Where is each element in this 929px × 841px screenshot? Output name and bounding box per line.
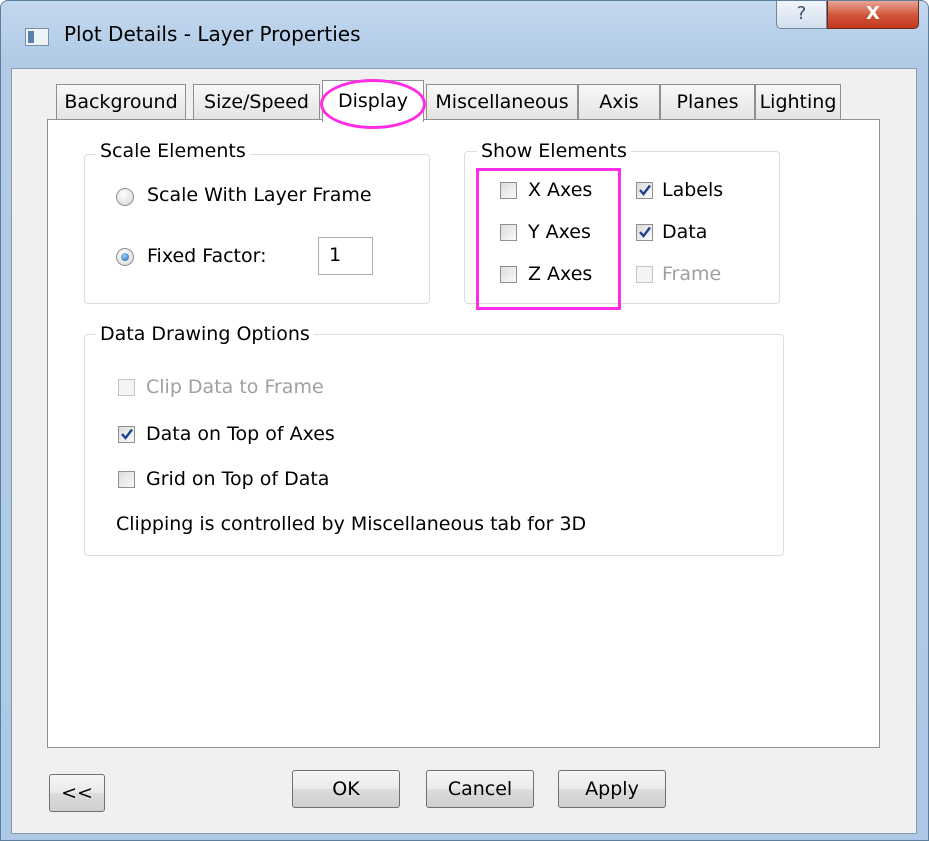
labels-label[interactable]: Labels	[662, 179, 723, 201]
y-axes-checkbox[interactable]	[500, 224, 517, 241]
fixed-factor-label[interactable]: Fixed Factor:	[147, 245, 267, 267]
group-scale-elements	[84, 154, 430, 304]
checkmark-icon	[639, 184, 651, 196]
x-axes-checkbox[interactable]	[500, 182, 517, 199]
clipping-note: Clipping is controlled by Miscellaneous …	[116, 513, 587, 535]
z-axes-label[interactable]: Z Axes	[528, 263, 592, 285]
frame-label: Frame	[662, 263, 722, 285]
close-button[interactable]: X	[827, 1, 919, 29]
title-bar[interactable]: Plot Details - Layer Properties ? X	[1, 1, 928, 69]
tab-axis[interactable]: Axis	[578, 84, 660, 120]
data-drawing-options-legend: Data Drawing Options	[96, 323, 314, 345]
tab-size-speed[interactable]: Size/Speed	[193, 84, 320, 120]
data-label[interactable]: Data	[662, 221, 707, 243]
fixed-factor-radio[interactable]	[116, 248, 134, 266]
frame-checkbox	[636, 266, 653, 283]
scale-elements-legend: Scale Elements	[96, 140, 250, 162]
y-axes-label[interactable]: Y Axes	[528, 221, 591, 243]
z-axes-checkbox[interactable]	[500, 266, 517, 283]
clip-data-to-frame-label: Clip Data to Frame	[146, 376, 324, 398]
scale-with-layer-frame-label[interactable]: Scale With Layer Frame	[147, 184, 372, 206]
clip-data-to-frame-checkbox	[118, 379, 135, 396]
checkmark-icon	[639, 226, 651, 238]
window-title: Plot Details - Layer Properties	[64, 22, 361, 46]
data-on-top-of-axes-checkbox[interactable]	[118, 426, 135, 443]
tab-lighting[interactable]: Lighting	[755, 84, 841, 120]
help-button[interactable]: ?	[776, 1, 827, 29]
fixed-factor-input[interactable]: 1	[318, 237, 373, 275]
radio-selected-dot	[121, 253, 129, 261]
data-checkbox[interactable]	[636, 224, 653, 241]
x-axes-label[interactable]: X Axes	[528, 179, 592, 201]
tab-display[interactable]: Display	[322, 80, 424, 122]
tab-miscellaneous[interactable]: Miscellaneous	[426, 84, 578, 120]
grid-on-top-of-data-label[interactable]: Grid on Top of Data	[146, 468, 329, 490]
cancel-button[interactable]: Cancel	[426, 770, 534, 808]
grid-on-top-of-data-checkbox[interactable]	[118, 471, 135, 488]
apply-button[interactable]: Apply	[558, 770, 666, 808]
checkmark-icon	[121, 428, 133, 440]
collapse-button[interactable]: <<	[49, 774, 105, 812]
data-on-top-of-axes-label[interactable]: Data on Top of Axes	[146, 423, 335, 445]
app-icon	[25, 28, 49, 46]
tab-planes[interactable]: Planes	[660, 84, 755, 120]
tab-background[interactable]: Background	[56, 84, 186, 120]
show-elements-legend: Show Elements	[477, 140, 631, 162]
ok-button[interactable]: OK	[292, 770, 400, 808]
scale-with-layer-frame-radio[interactable]	[116, 188, 134, 206]
labels-checkbox[interactable]	[636, 182, 653, 199]
